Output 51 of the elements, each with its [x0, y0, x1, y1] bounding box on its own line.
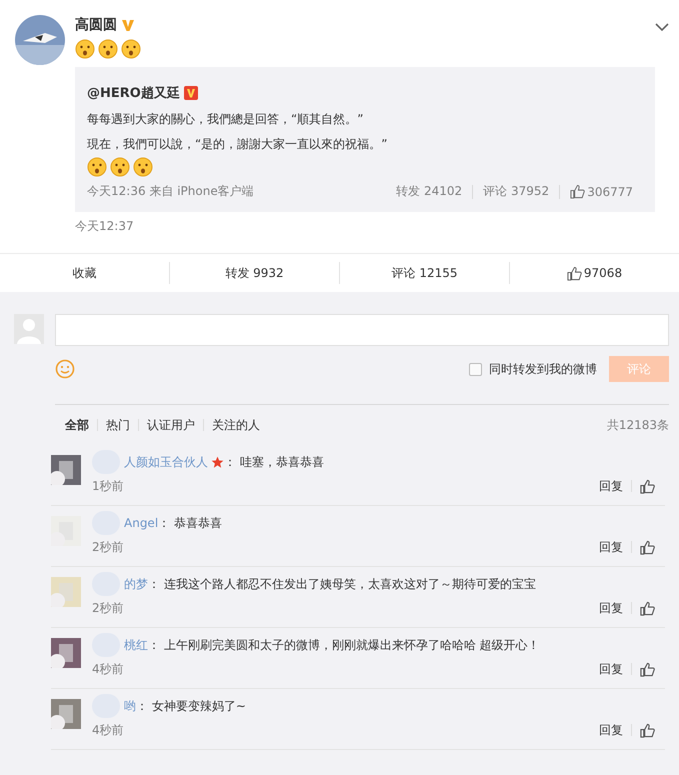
- comment-time: 4秒前: [92, 722, 124, 738]
- emoji-icon: [133, 157, 153, 177]
- like-icon[interactable]: [640, 600, 655, 616]
- action-button[interactable]: 收藏: [0, 264, 169, 282]
- comment-input[interactable]: [55, 314, 669, 346]
- like-link[interactable]: 306777: [570, 184, 633, 199]
- emoji-icon: [110, 157, 130, 177]
- filter-tab[interactable]: 全部: [65, 416, 89, 434]
- checkbox-label[interactable]: 同时转发到我的微博: [489, 360, 597, 378]
- comment-text: ： 上午刚刷完美圆和太子的微博，刚刚就爆出来怀孕了哈哈哈 超级开心！: [148, 636, 540, 654]
- comment-time: 2秒前: [92, 600, 124, 616]
- like-icon: [570, 184, 586, 199]
- comment-text: ： 女神要变辣妈了~: [136, 698, 246, 714]
- repost-link[interactable]: 转发 24102: [396, 183, 462, 200]
- user-avatar-icon: [14, 314, 44, 344]
- reply-link[interactable]: 回复: [599, 538, 623, 556]
- comment-time: 2秒前: [92, 538, 124, 556]
- like-button[interactable]: 97068: [510, 266, 679, 280]
- comment-time: 1秒前: [92, 478, 124, 494]
- author-name[interactable]: 高圆圆: [75, 16, 117, 34]
- post-text: 現在，我們可以說，“是的，謝謝大家一直以來的祝福。”: [87, 136, 388, 153]
- like-icon[interactable]: [640, 722, 655, 738]
- emoji-icon: [121, 39, 141, 59]
- comment-text: ： 连我这个路人都忍不住发出了姨母笑，太喜欢这对了～期待可爱的宝宝: [148, 576, 536, 592]
- reply-link[interactable]: 回复: [599, 660, 623, 678]
- chevron-down-icon[interactable]: [655, 23, 669, 31]
- emoji-icon: [87, 157, 107, 177]
- filter-tab[interactable]: 热门: [106, 416, 130, 434]
- post-time: 今天12:37: [75, 218, 135, 235]
- action-button[interactable]: 转发 9932: [170, 264, 339, 282]
- comment-time: 4秒前: [92, 660, 124, 678]
- emoji-icon: [75, 39, 95, 59]
- like-icon[interactable]: [640, 662, 655, 676]
- comment-text: ： 恭喜恭喜: [158, 514, 222, 532]
- post-meta: 今天12:36 来自 iPhone客户端: [87, 183, 255, 200]
- post-text: 每每遇到大家的關心，我們總是回答，“順其自然。”: [87, 111, 364, 128]
- filter-tab[interactable]: 认证用户: [147, 416, 195, 434]
- reply-link[interactable]: 回复: [599, 478, 623, 494]
- comment-text: ： 哇塞，恭喜恭喜: [224, 454, 324, 470]
- reply-link[interactable]: 回复: [599, 722, 623, 738]
- comment-count: 共12183条: [606, 416, 669, 434]
- checkbox[interactable]: [469, 362, 482, 376]
- author-name[interactable]: @HERO趙又廷: [87, 84, 180, 102]
- filter-tab[interactable]: 关注的人: [212, 416, 260, 434]
- like-icon[interactable]: [640, 478, 655, 494]
- reply-link[interactable]: 回复: [599, 600, 623, 616]
- like-icon: [566, 266, 582, 280]
- like-icon[interactable]: [640, 540, 655, 554]
- comment-link[interactable]: 评论 37952: [483, 183, 550, 200]
- emoji-icon: [98, 39, 118, 59]
- action-button[interactable]: 评论 12155: [340, 264, 509, 282]
